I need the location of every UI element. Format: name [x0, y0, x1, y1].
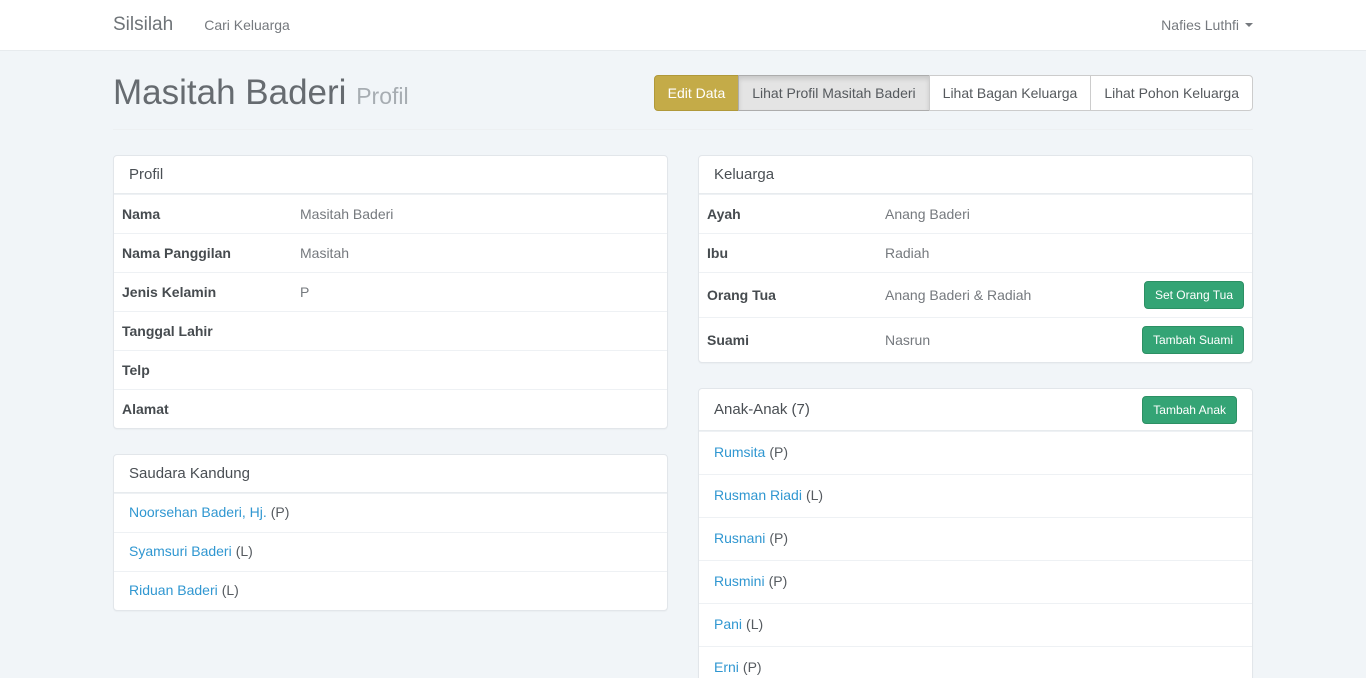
table-row: Orang Tua Anang Baderi & Radiah Set Oran…	[699, 272, 1252, 317]
tambah-suami-button[interactable]: Tambah Suami	[1142, 326, 1244, 354]
lihat-profil-button[interactable]: Lihat Profil Masitah Baderi	[738, 75, 929, 111]
saudara-kandung-panel-title: Saudara Kandung	[114, 455, 667, 493]
child-link[interactable]: Rusnani	[714, 530, 765, 546]
gender-label: (P)	[769, 530, 788, 546]
field-label: Ayah	[707, 206, 885, 222]
navbar: Silsilah Cari Keluarga Nafies Luthfi	[0, 0, 1366, 51]
sibling-link[interactable]: Noorsehan Baderi, Hj.	[129, 504, 267, 520]
list-item: Rumsita(P)	[699, 431, 1252, 474]
gender-label: (L)	[806, 487, 823, 503]
field-value: Masitah	[300, 245, 349, 261]
child-link[interactable]: Rusman Riadi	[714, 487, 802, 503]
brand-silsilah[interactable]: Silsilah	[113, 14, 173, 36]
field-label: Tanggal Lahir	[122, 323, 300, 339]
list-item: Rusman Riadi(L)	[699, 474, 1252, 517]
user-name: Nafies Luthfi	[1161, 17, 1239, 33]
saudara-kandung-panel: Saudara Kandung Noorsehan Baderi, Hj.(P)…	[113, 454, 668, 611]
gender-label: (L)	[222, 582, 239, 598]
page-title: Masitah Baderi Profil	[113, 73, 409, 113]
child-link[interactable]: Erni	[714, 659, 739, 675]
anak-anak-panel-heading: Anak-Anak (7) Tambah Anak	[699, 389, 1252, 431]
field-value: Anang Baderi & Radiah	[885, 287, 1031, 303]
suami-link[interactable]: Nasrun	[885, 332, 930, 348]
edit-data-button[interactable]: Edit Data	[654, 75, 740, 111]
list-item: Rusnani(P)	[699, 517, 1252, 560]
list-item: Rusmini(P)	[699, 560, 1252, 603]
anak-anak-panel-title: Anak-Anak (7)	[714, 401, 810, 418]
user-menu-dropdown[interactable]: Nafies Luthfi	[1161, 17, 1253, 33]
person-name: Masitah Baderi	[113, 73, 346, 112]
nav-link-cari-keluarga[interactable]: Cari Keluarga	[204, 17, 290, 33]
chevron-down-icon	[1245, 23, 1253, 27]
child-link[interactable]: Rumsita	[714, 444, 765, 460]
list-item: Pani(L)	[699, 603, 1252, 646]
field-label: Nama Panggilan	[122, 245, 300, 261]
field-label: Ibu	[707, 245, 885, 261]
gender-label: (L)	[746, 616, 763, 632]
keluarga-panel: Keluarga Ayah Anang Baderi Ibu Radiah Or…	[698, 155, 1253, 363]
table-row: Jenis Kelamin P	[114, 272, 667, 311]
field-value: P	[300, 284, 309, 300]
gender-label: (P)	[743, 659, 762, 675]
table-row: Alamat	[114, 389, 667, 428]
page-header: Masitah Baderi Profil Edit Data Lihat Pr…	[113, 73, 1253, 130]
lihat-bagan-keluarga-button[interactable]: Lihat Bagan Keluarga	[929, 75, 1092, 111]
table-row: Nama Panggilan Masitah	[114, 233, 667, 272]
field-label: Telp	[122, 362, 300, 378]
profile-action-buttons: Edit Data Lihat Profil Masitah Baderi Li…	[654, 75, 1253, 111]
gender-label: (L)	[236, 543, 253, 559]
list-item: Noorsehan Baderi, Hj.(P)	[114, 493, 667, 532]
field-label: Alamat	[122, 401, 300, 417]
table-row: Suami Nasrun Tambah Suami	[699, 317, 1252, 362]
gender-label: (P)	[271, 504, 290, 520]
gender-label: (P)	[769, 573, 788, 589]
profil-panel: Profil Nama Masitah Baderi Nama Panggila…	[113, 155, 668, 429]
child-link[interactable]: Rusmini	[714, 573, 765, 589]
lihat-pohon-keluarga-button[interactable]: Lihat Pohon Keluarga	[1090, 75, 1253, 111]
keluarga-panel-title: Keluarga	[699, 156, 1252, 194]
field-label: Orang Tua	[707, 287, 885, 303]
anak-anak-panel: Anak-Anak (7) Tambah Anak Rumsita(P) Rus…	[698, 388, 1253, 678]
list-item: Syamsuri Baderi(L)	[114, 532, 667, 571]
child-link[interactable]: Pani	[714, 616, 742, 632]
ayah-link[interactable]: Anang Baderi	[885, 206, 970, 222]
field-label: Jenis Kelamin	[122, 284, 300, 300]
list-item: Riduan Baderi(L)	[114, 571, 667, 610]
sibling-link[interactable]: Syamsuri Baderi	[129, 543, 232, 559]
field-label: Nama	[122, 206, 300, 222]
field-label: Suami	[707, 332, 885, 348]
table-row: Telp	[114, 350, 667, 389]
page-subtitle: Profil	[356, 83, 408, 109]
table-row: Ayah Anang Baderi	[699, 194, 1252, 233]
ibu-link[interactable]: Radiah	[885, 245, 929, 261]
set-orang-tua-button[interactable]: Set Orang Tua	[1144, 281, 1244, 309]
sibling-link[interactable]: Riduan Baderi	[129, 582, 218, 598]
profil-panel-title: Profil	[114, 156, 667, 194]
gender-label: (P)	[769, 444, 788, 460]
table-row: Nama Masitah Baderi	[114, 194, 667, 233]
table-row: Tanggal Lahir	[114, 311, 667, 350]
table-row: Ibu Radiah	[699, 233, 1252, 272]
list-item: Erni(P)	[699, 646, 1252, 678]
tambah-anak-button[interactable]: Tambah Anak	[1142, 396, 1237, 424]
nama-link[interactable]: Masitah Baderi	[300, 206, 393, 222]
